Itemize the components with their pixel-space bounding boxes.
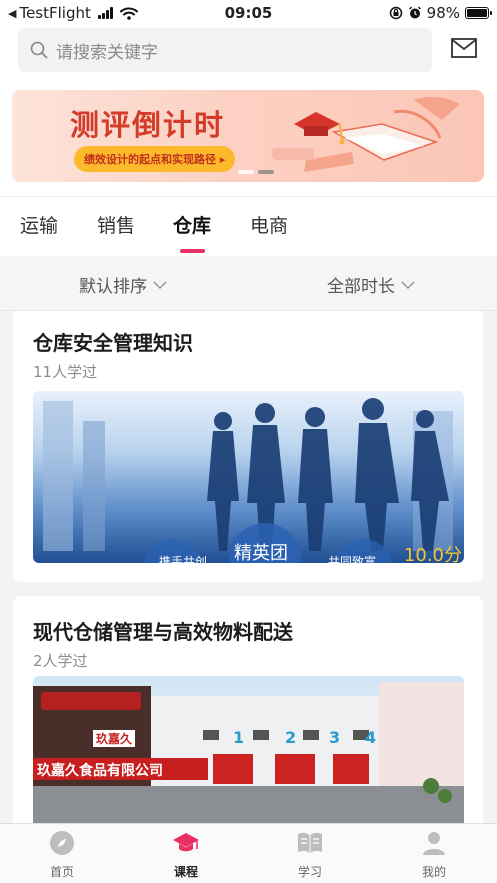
dock-number-1: 1 <box>233 728 245 747</box>
course-title: 现代仓储管理与高效物料配送 <box>33 620 293 644</box>
search-input[interactable]: 请搜索关键字 <box>18 28 432 72</box>
nav-learning[interactable]: 学习 <box>275 830 345 880</box>
banner-title: 测评倒计时 <box>70 108 226 142</box>
search-placeholder: 请搜索关键字 <box>56 42 158 63</box>
company-logo-text: 玖嘉久 <box>93 730 136 747</box>
dock-number-4: 4 <box>365 728 377 747</box>
tab-sales[interactable]: 销售 <box>97 211 135 238</box>
course-title: 仓库安全管理知识 <box>33 331 193 355</box>
nav-courses-label: 课程 <box>173 865 198 879</box>
banner-dot-1[interactable] <box>238 170 254 174</box>
mail-icon[interactable] <box>451 38 477 58</box>
course-list: 仓库安全管理知识 11人学过 精英团 携手共创 共同致富 10.0分 现代仓储管… <box>0 311 497 823</box>
nav-profile[interactable]: 我的 <box>399 830 469 880</box>
chevron-down-icon <box>153 280 167 289</box>
banner-pagination <box>238 170 274 174</box>
sort-label: 默认排序 <box>79 277 147 297</box>
nav-courses[interactable]: 课程 <box>151 830 221 880</box>
book-icon <box>298 832 322 853</box>
app-screen: ◀ TestFlight 09:05 98% 请搜索关键字 测评倒计时 绩效设计… <box>0 0 497 883</box>
search-header: 请搜索关键字 <box>0 26 497 78</box>
search-icon <box>30 41 48 59</box>
alarm-icon <box>408 6 421 19</box>
dock-number-3: 3 <box>329 728 341 747</box>
nav-profile-label: 我的 <box>421 865 446 879</box>
battery-percent: 98% <box>426 4 460 22</box>
battery-icon <box>465 7 492 19</box>
banner-section: 测评倒计时 绩效设计的起点和实现路径 ▸ <box>0 78 497 196</box>
business-people-illustration <box>43 398 453 563</box>
company-sign: 玖嘉久食品有限公司 <box>37 763 163 779</box>
graduation-cap-icon <box>173 833 199 852</box>
tab-warehouse[interactable]: 仓库 <box>173 211 211 238</box>
duration-label: 全部时长 <box>327 277 395 297</box>
duration-dropdown[interactable]: 全部时长 <box>327 272 415 297</box>
nav-home-label: 首页 <box>49 865 74 879</box>
active-tab-indicator <box>180 249 205 253</box>
compass-icon <box>50 831 74 855</box>
chevron-down-icon <box>401 280 415 289</box>
graduation-book-illustration <box>272 97 460 172</box>
course-card[interactable]: 现代仓储管理与高效物料配送 2人学过 玖嘉久 玖嘉久食品有限公司 1 2 3 4 <box>13 596 483 823</box>
image-left-text: 携手共创 <box>159 555 208 563</box>
course-learners: 2人学过 <box>33 652 88 670</box>
status-bar: ◀ TestFlight 09:05 98% <box>0 0 497 26</box>
image-right-text: 共同致富 <box>328 555 377 563</box>
course-duration: 10.0分 <box>403 545 462 563</box>
category-tabs: 运输 销售 仓库 电商 <box>0 196 497 256</box>
dock-number-2: 2 <box>285 728 297 747</box>
course-card[interactable]: 仓库安全管理知识 11人学过 精英团 携手共创 共同致富 10.0分 <box>13 311 483 582</box>
image-badge: 精英团 <box>234 543 288 563</box>
nav-learning-label: 学习 <box>297 865 322 879</box>
warehouse-building-illustration <box>33 682 464 823</box>
course-learners: 11人学过 <box>33 363 98 381</box>
course-thumbnail: 玖嘉久 玖嘉久食品有限公司 1 2 3 4 <box>33 676 464 823</box>
filter-bar: 默认排序 全部时长 <box>0 257 497 311</box>
course-thumbnail: 精英团 携手共创 共同致富 10.0分 <box>33 391 464 563</box>
nav-home[interactable]: 首页 <box>27 830 97 880</box>
banner-dot-2[interactable] <box>258 170 274 174</box>
tab-ecommerce[interactable]: 电商 <box>250 211 288 238</box>
status-right: 98% <box>389 4 492 22</box>
sort-dropdown[interactable]: 默认排序 <box>79 272 167 297</box>
promo-banner[interactable]: 测评倒计时 绩效设计的起点和实现路径 ▸ <box>12 90 484 182</box>
banner-subtitle-pill: 绩效设计的起点和实现路径 ▸ <box>74 146 236 172</box>
rotation-lock-icon <box>389 6 402 20</box>
tab-transport[interactable]: 运输 <box>20 211 58 238</box>
bottom-tab-bar: 首页 课程 学习 我的 <box>0 823 497 883</box>
user-icon <box>423 832 445 855</box>
